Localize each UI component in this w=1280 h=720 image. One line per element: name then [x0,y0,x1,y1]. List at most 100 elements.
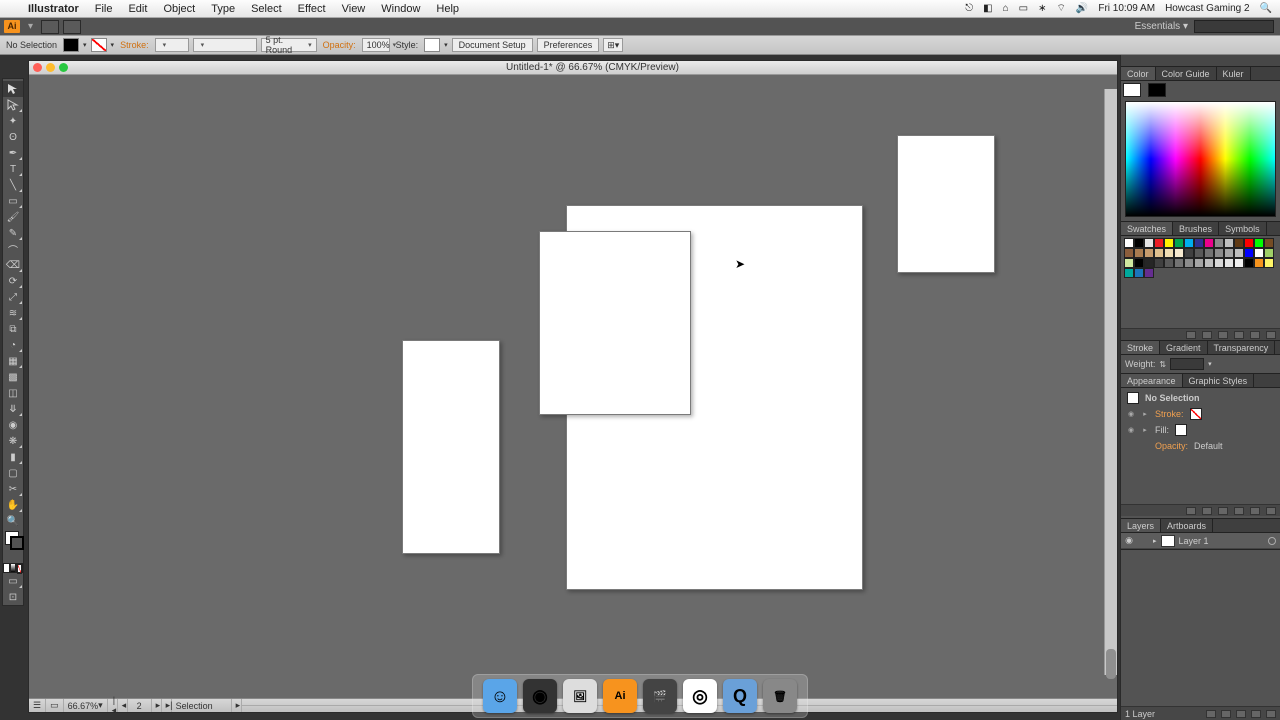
swatch[interactable] [1164,248,1174,258]
swatch[interactable] [1244,248,1254,258]
menu-view[interactable]: View [334,3,374,15]
dock-preview[interactable]: 🖼 [563,679,597,713]
gpu-icon[interactable]: ▭ [46,699,64,712]
zoom-tool[interactable]: 🔍 [3,513,23,529]
dock-dashboard[interactable]: ◉ [523,679,557,713]
prev-artboard-button[interactable]: ◂ [118,699,128,712]
fill-swatch[interactable] [63,38,79,52]
mesh-tool[interactable]: ▩ [3,369,23,385]
new-fill-icon[interactable] [1202,507,1212,515]
swatch[interactable] [1124,238,1134,248]
weight-dropdown[interactable]: ▾ [1208,360,1212,368]
swatch[interactable] [1214,248,1224,258]
artboard[interactable] [897,135,995,273]
artboard[interactable] [402,340,500,554]
menu-edit[interactable]: Edit [120,3,155,15]
magic-wand-tool[interactable]: ✦ [3,113,23,129]
menu-select[interactable]: Select [243,3,290,15]
close-icon[interactable] [33,63,42,72]
swatch[interactable] [1194,238,1204,248]
delete-swatch-icon[interactable] [1266,331,1276,339]
layer-name[interactable]: Layer 1 [1179,536,1209,546]
first-artboard-button[interactable]: |◂ [108,699,118,712]
swatch-libraries-icon[interactable] [1186,331,1196,339]
rectangle-tool[interactable]: ▭ [3,193,23,209]
direct-selection-tool[interactable] [3,97,23,113]
fill-value-icon[interactable] [1175,424,1187,436]
next-artboard-button[interactable]: ▸ [152,699,162,712]
visibility-icon[interactable]: ◉ [1127,410,1135,418]
profile-dropdown[interactable]: 5 pt. Round [261,38,317,52]
pen-tool[interactable]: ✒ [3,145,23,161]
new-effect-icon[interactable] [1218,507,1228,515]
perspective-tool[interactable]: ▦ [3,353,23,369]
view-menu-icon[interactable]: ☰ [29,699,46,712]
brush-dropdown[interactable] [193,38,257,52]
status-icon[interactable]: ⌂ [1003,3,1009,14]
color-spectrum[interactable] [1125,101,1276,217]
display-icon[interactable]: ▭ [1019,3,1028,14]
eraser-tool[interactable]: ⌫ [3,257,23,273]
new-swatch-icon[interactable] [1250,331,1260,339]
swatch[interactable] [1154,238,1164,248]
style-swatch[interactable] [424,38,440,52]
gradient-tool[interactable]: ◫ [3,385,23,401]
swatch[interactable] [1134,248,1144,258]
new-layer-icon[interactable] [1251,710,1261,718]
selection-tool[interactable] [3,81,23,97]
swatch[interactable] [1254,248,1264,258]
line-tool[interactable]: ╲ [3,177,23,193]
swatch[interactable] [1134,258,1144,268]
swatch-options-icon[interactable] [1218,331,1228,339]
tab-kuler[interactable]: Kuler [1217,67,1251,80]
bluetooth-icon[interactable]: ∗ [1038,3,1046,14]
swatch[interactable] [1154,258,1164,268]
swatch[interactable] [1164,258,1174,268]
swatch-kind-icon[interactable] [1202,331,1212,339]
preferences-button[interactable]: Preferences [537,38,600,52]
symbol-sprayer-tool[interactable]: ❋ [3,433,23,449]
canvas[interactable]: ➤ [29,75,1117,698]
rotate-tool[interactable]: ⟳ [3,273,23,289]
align-button[interactable]: ⊞▾ [603,38,623,52]
help-search-input[interactable] [1194,20,1274,33]
dock-imovie[interactable]: 🎬 [643,679,677,713]
swatch[interactable] [1124,258,1134,268]
disclosure-icon[interactable]: ▸ [1141,410,1149,418]
dock-quicktime[interactable]: Q [723,679,757,713]
free-transform-tool[interactable]: ⧉ [3,321,23,337]
clear-icon[interactable] [1234,507,1244,515]
hand-tool[interactable]: ✋ [3,497,23,513]
swatch[interactable] [1184,248,1194,258]
swatch[interactable] [1234,248,1244,258]
swatch[interactable] [1224,238,1234,248]
zoom-icon[interactable] [59,63,68,72]
arrange-icon[interactable] [63,20,81,34]
swatch[interactable] [1144,258,1154,268]
clock[interactable]: Fri 10:09 AM [1098,3,1155,14]
stroke-value-icon[interactable] [1190,408,1202,420]
new-group-icon[interactable] [1234,331,1244,339]
swatch[interactable] [1204,238,1214,248]
layer-row[interactable]: ◉ ▸ Layer 1 [1121,533,1280,549]
stroke-swatch[interactable] [91,38,107,52]
dock-trash[interactable]: 🗑 [763,679,797,713]
swatch[interactable] [1254,258,1264,268]
target-icon[interactable] [1268,537,1276,545]
tab-layers[interactable]: Layers [1121,519,1161,532]
blend-tool[interactable]: ◉ [3,417,23,433]
swatch[interactable] [1124,268,1134,278]
swatch[interactable] [1204,258,1214,268]
scrollbar-vertical[interactable] [1104,89,1117,675]
status-menu[interactable]: ▸ [232,699,242,712]
tab-artboards[interactable]: Artboards [1161,519,1213,532]
tab-graphic-styles[interactable]: Graphic Styles [1183,374,1255,387]
change-screen-button[interactable]: ⊡ [3,589,23,605]
swatch[interactable] [1154,248,1164,258]
shape-builder-tool[interactable]: ◔ [3,337,23,353]
dock-finder[interactable]: ☺ [483,679,517,713]
new-sublayer-icon[interactable] [1236,710,1246,718]
menu-object[interactable]: Object [155,3,203,15]
lasso-tool[interactable]: ʘ [3,129,23,145]
swatch[interactable] [1174,238,1184,248]
